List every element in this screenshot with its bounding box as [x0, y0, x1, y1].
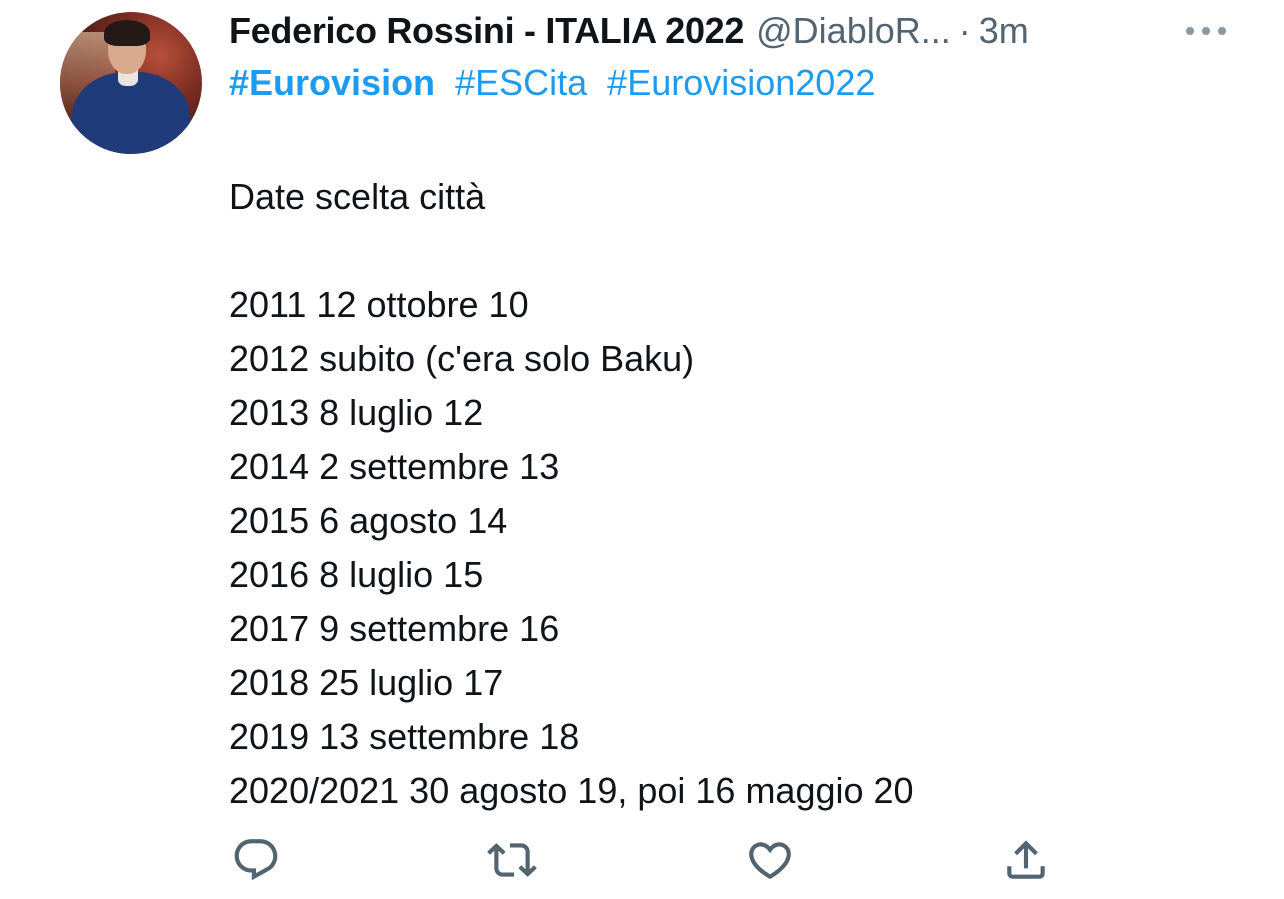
tweet-header: Federico Rossini - ITALIA 2022 @DiabloR.… — [229, 6, 1269, 56]
author-name[interactable]: Federico Rossini - ITALIA 2022 — [229, 10, 744, 52]
tweet-line: 2015 6 agosto 14 — [229, 500, 508, 541]
hashtag-link[interactable]: #ESCita — [455, 62, 587, 103]
reply-icon — [234, 839, 278, 881]
tweet-line: 2019 13 settembre 18 — [229, 716, 580, 757]
tweet-line: 2011 12 ottobre 10 — [229, 284, 529, 325]
share-icon — [1007, 840, 1045, 879]
like-icon — [749, 842, 791, 880]
avatar[interactable] — [60, 12, 202, 154]
tweet-line: 2020/2021 30 agosto 19, poi 16 maggio 20 — [229, 770, 914, 811]
tweet-title-line: Date scelta città — [229, 176, 486, 217]
more-options-icon[interactable] — [1186, 8, 1226, 54]
tweet-line: 2013 8 luglio 12 — [229, 392, 484, 433]
reply-button[interactable] — [228, 832, 284, 888]
tweet-text: Date scelta città 2011 12 ottobre 10 201… — [229, 170, 914, 818]
like-button[interactable] — [742, 832, 798, 888]
hashtag-link[interactable]: #Eurovision — [229, 62, 435, 103]
tweet-line: 2012 subito (c'era solo Baku) — [229, 338, 695, 379]
author-handle[interactable]: @DiabloR... — [756, 10, 951, 52]
tweet-line: 2014 2 settembre 13 — [229, 446, 560, 487]
tweet-line: 2016 8 luglio 15 — [229, 554, 484, 595]
hashtag-link[interactable]: #Eurovision2022 — [607, 62, 875, 103]
tweet-actions — [228, 832, 1058, 888]
share-button[interactable] — [998, 832, 1054, 888]
hashtags: #Eurovision #ESCita #Eurovision2022 — [229, 62, 885, 104]
tweet-line: 2018 25 luglio 17 — [229, 662, 504, 703]
timestamp[interactable]: 3m — [979, 10, 1029, 52]
retweet-icon — [487, 843, 537, 877]
tweet-line: 2017 9 settembre 16 — [229, 608, 560, 649]
retweet-button[interactable] — [484, 832, 540, 888]
separator-dot: · — [958, 10, 971, 51]
